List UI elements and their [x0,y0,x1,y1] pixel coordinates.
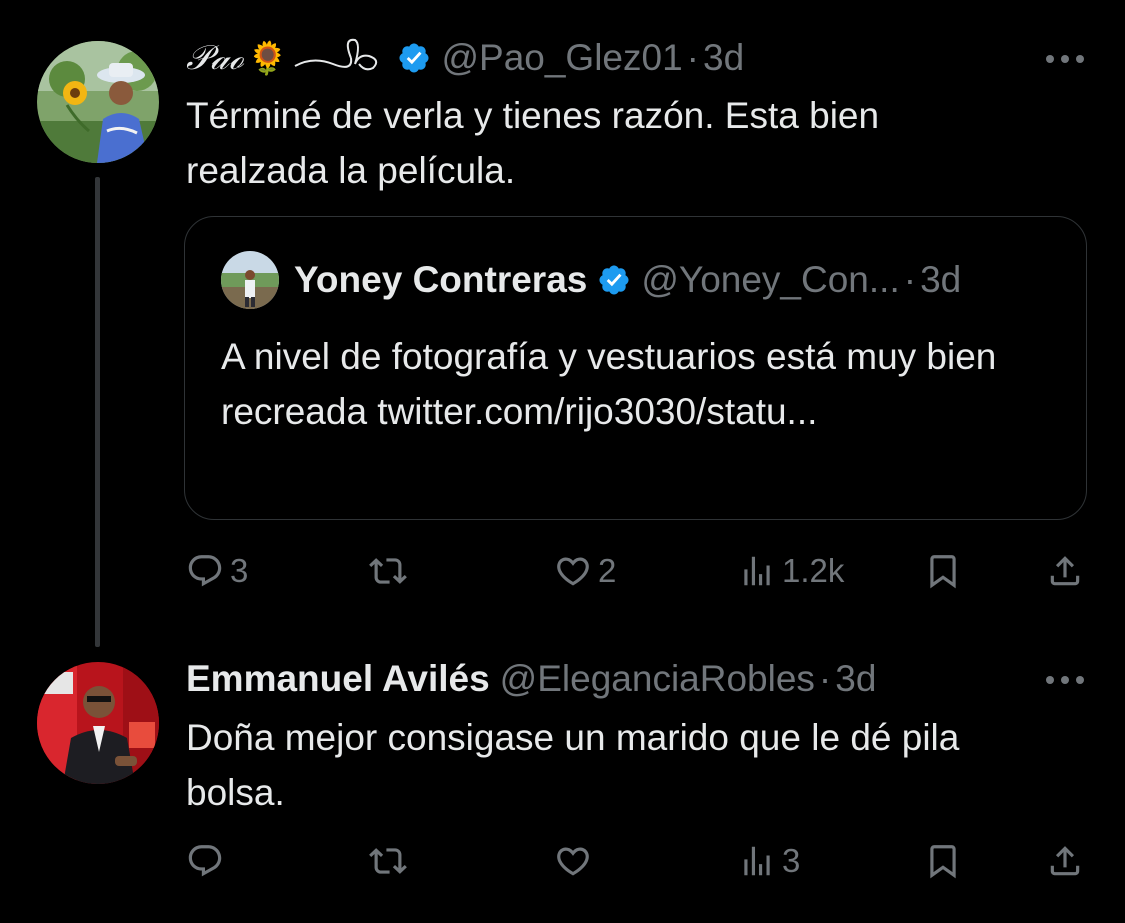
display-name[interactable]: Emmanuel Avilés [186,658,490,700]
share-icon [1050,846,1080,876]
bookmark-button[interactable] [924,546,962,596]
tweet-pao[interactable]: 𝒫𝒶ℴ 🌻 @Pao_Glez01 · 3d Términé de verla … [0,0,1125,647]
timestamp[interactable]: 3d [703,37,744,79]
tweet-emmanuel[interactable]: Emmanuel Avilés @EleganciaRobles · 3d Do… [0,640,1125,923]
reply-count: 3 [230,552,249,589]
action-bar: 3 2 1.2k [186,546,1086,596]
views-button[interactable]: 3 [738,836,800,886]
tweet-header: Emmanuel Avilés @EleganciaRobles · 3d [186,657,995,701]
quoted-tweet[interactable]: Yoney Contreras @Yoney_Con... · 3d A niv… [184,216,1087,520]
handle[interactable]: @Pao_Glez01 [441,37,682,79]
quote-timestamp[interactable]: 3d [920,259,961,301]
views-icon [744,556,770,586]
views-icon [744,846,770,876]
separator-dot: · [686,37,699,78]
squiggle-icon [293,34,383,83]
like-button[interactable]: 2 [554,546,616,596]
retweet-icon [369,558,407,584]
sunflower-emoji: 🌻 [247,40,288,76]
separator-dot: · [903,259,917,300]
quote-header: Yoney Contreras @Yoney_Con... · 3d [294,259,961,301]
separator-dot: · [818,658,832,699]
action-bar: 3 [186,836,1086,886]
retweet-icon [369,848,407,874]
share-button[interactable] [1046,836,1084,886]
quote-display-name[interactable]: Yoney Contreras [294,259,587,301]
avatar[interactable] [37,662,159,784]
thread-line [95,177,100,647]
views-count: 3 [782,842,801,879]
quote-text: A nivel de fotografía y vestuarios está … [221,336,997,432]
bookmark-icon [930,555,956,589]
share-button[interactable] [1046,546,1084,596]
like-count: 2 [598,552,617,589]
retweet-button[interactable] [369,836,413,886]
share-icon [1050,556,1080,586]
display-name[interactable]: 𝒫𝒶ℴ [186,38,244,78]
tweet-text: Términé de verla y tienes razón. Esta bi… [186,95,880,191]
like-icon [557,847,589,876]
bookmark-button[interactable] [924,836,962,886]
like-button[interactable] [554,836,598,886]
retweet-button[interactable] [369,546,413,596]
more-icon[interactable] [1043,673,1087,687]
tweet-text: Doña mejor consigase un marido que le dé… [186,717,960,813]
reply-button[interactable] [186,836,230,886]
tweet-header: 𝒫𝒶ℴ 🌻 @Pao_Glez01 · 3d [186,36,995,80]
reply-icon [188,555,222,587]
bookmark-icon [930,845,956,879]
like-icon [557,557,589,586]
more-icon[interactable] [1043,52,1087,66]
avatar[interactable] [37,41,159,163]
verified-badge-icon[interactable] [397,41,431,75]
timestamp[interactable]: 3d [835,658,876,700]
handle[interactable]: @EleganciaRobles [500,658,815,700]
reply-icon [188,845,222,877]
quote-avatar[interactable] [221,251,279,309]
views-button[interactable]: 1.2k [738,546,844,596]
reply-button[interactable]: 3 [186,546,248,596]
views-count: 1.2k [782,552,845,589]
verified-badge-icon[interactable] [597,263,631,297]
quote-handle[interactable]: @Yoney_Con... [641,259,899,301]
